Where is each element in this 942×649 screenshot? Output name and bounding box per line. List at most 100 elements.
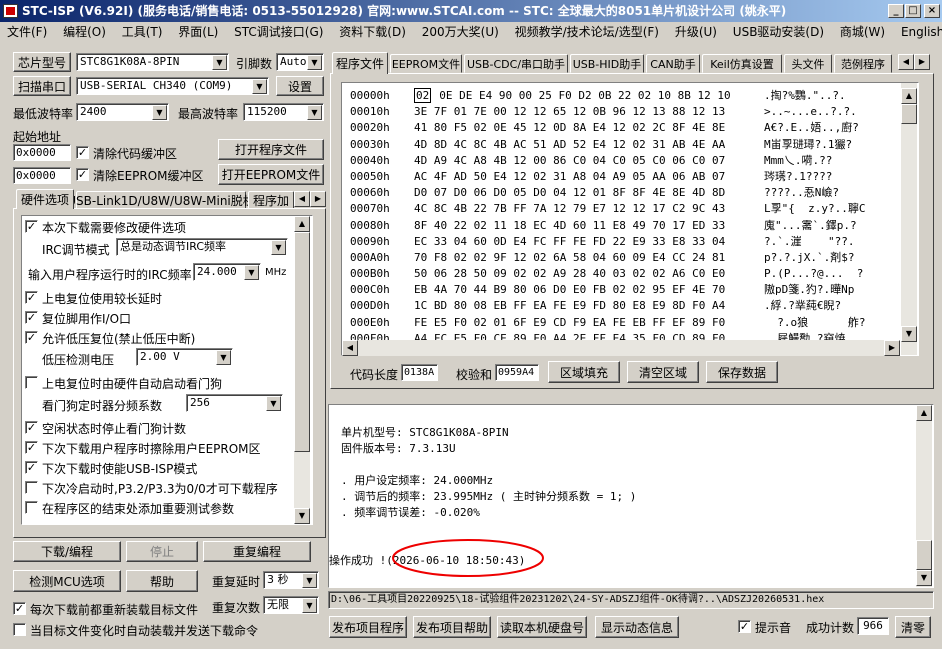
- usb-isp-checkbox[interactable]: ✓: [25, 461, 38, 474]
- hex-viewer[interactable]: 00000h 02 0E DE E4 90 00 25 F0 D2 0B 22 02…: [341, 82, 919, 356]
- menu-interface[interactable]: 界面(L): [178, 25, 218, 39]
- max-baud-select[interactable]: 115200 ▼: [243, 103, 324, 121]
- scroll-down-button[interactable]: ▼: [294, 508, 310, 524]
- end-param-checkbox[interactable]: [25, 501, 38, 514]
- chevron-down-icon[interactable]: ▼: [271, 240, 286, 255]
- maximize-button[interactable]: □: [905, 4, 921, 18]
- long-delay-checkbox[interactable]: ✓: [25, 291, 38, 304]
- menu-program[interactable]: 编程(O): [63, 25, 106, 39]
- reload-each-checkbox[interactable]: ✓: [13, 602, 26, 615]
- log-scroll-down-button[interactable]: ▼: [916, 570, 932, 586]
- scan-port-button[interactable]: 扫描串口: [13, 76, 71, 96]
- tab-program-file[interactable]: 程序文件: [332, 52, 388, 74]
- tab-keil-sim[interactable]: Keil仿真设置: [702, 54, 782, 73]
- tab-usb-link[interactable]: USB-Link1D/U8W/U8W-Mini脱机: [67, 191, 255, 209]
- tab-usb-hid[interactable]: USB-HID助手: [570, 54, 644, 73]
- repeat-delay-select[interactable]: 3 秒 ▼: [263, 571, 319, 589]
- help-button[interactable]: 帮助: [126, 570, 198, 592]
- publish-help-button[interactable]: 发布项目帮助: [413, 616, 491, 638]
- chevron-down-icon[interactable]: ▼: [212, 55, 227, 70]
- menu-usb-driver[interactable]: USB驱动安装(D): [733, 25, 824, 39]
- area-fill-button[interactable]: 区域填充: [548, 361, 620, 383]
- menu-shop[interactable]: 商城(W): [840, 25, 885, 39]
- menu-debug[interactable]: STC调试接口(G): [234, 25, 323, 39]
- wdt-div-select[interactable]: 256 ▼: [186, 394, 283, 412]
- clear-area-button[interactable]: 清空区域: [627, 361, 699, 383]
- hex-cursor-byte[interactable]: 02: [414, 88, 432, 103]
- hex-scroll-left-button[interactable]: ◀: [342, 340, 358, 356]
- read-disk-serial-button[interactable]: 读取本机硬盘号: [497, 616, 587, 638]
- repeat-count-select[interactable]: 无限 ▼: [263, 596, 319, 614]
- chip-model-button[interactable]: 芯片型号: [13, 52, 71, 72]
- chevron-down-icon[interactable]: ▼: [216, 350, 231, 365]
- tab-hardware-options[interactable]: 硬件选项: [16, 189, 74, 209]
- hex-hscrollbar[interactable]: [342, 340, 900, 356]
- code-address-input[interactable]: 0x0000: [13, 144, 71, 161]
- hw-wdt-checkbox[interactable]: [25, 376, 38, 389]
- tab-eeprom-file[interactable]: EEPROM文件: [390, 54, 462, 73]
- menu-tools[interactable]: 工具(T): [122, 25, 163, 39]
- hex-scroll-up-button[interactable]: ▲: [901, 88, 917, 104]
- save-data-button[interactable]: 保存数据: [706, 361, 778, 383]
- stop-button[interactable]: 停止: [126, 541, 198, 562]
- tab-scroll-left-button[interactable]: ◀: [898, 54, 914, 70]
- cold-start-checkbox[interactable]: [25, 481, 38, 494]
- port-select[interactable]: USB-SERIAL CH340 (COM9) ▼: [76, 77, 269, 95]
- tab-can[interactable]: CAN助手: [646, 54, 700, 73]
- tab-scroll-left-button[interactable]: ◀: [294, 191, 310, 207]
- tab-examples[interactable]: 范例程序: [834, 54, 892, 73]
- scroll-up-button[interactable]: ▲: [294, 216, 310, 232]
- reset-io-checkbox[interactable]: ✓: [25, 311, 38, 324]
- min-baud-select[interactable]: 2400 ▼: [76, 103, 169, 121]
- hex-scroll-right-button[interactable]: ▶: [884, 340, 900, 356]
- idle-wdt-checkbox[interactable]: ✓: [25, 421, 38, 434]
- open-eeprom-file-button[interactable]: 打开EEPROM文件: [218, 164, 324, 185]
- options-scroll-thumb[interactable]: [294, 232, 310, 452]
- open-program-file-button[interactable]: 打开程序文件: [218, 139, 324, 160]
- chevron-down-icon[interactable]: ▼: [307, 105, 322, 120]
- download-program-button[interactable]: 下载/编程: [13, 541, 121, 562]
- pins-select[interactable]: Auto ▼: [276, 53, 324, 71]
- chip-model-select[interactable]: STC8G1K08A-8PIN ▼: [76, 53, 229, 71]
- chevron-down-icon[interactable]: ▼: [302, 598, 317, 613]
- minimize-button[interactable]: _: [888, 4, 904, 18]
- port-settings-button[interactable]: 设置: [276, 76, 324, 96]
- hex-scroll-thumb[interactable]: [901, 104, 917, 124]
- chevron-down-icon[interactable]: ▼: [302, 573, 317, 588]
- chevron-down-icon[interactable]: ▼: [252, 79, 267, 94]
- close-button[interactable]: ×: [924, 4, 940, 18]
- log-scroll-up-button[interactable]: ▲: [916, 405, 932, 421]
- irc-freq-select[interactable]: 24.000 ▼: [193, 263, 261, 281]
- hex-scroll-down-button[interactable]: ▼: [901, 326, 917, 342]
- show-dynamic-info-button[interactable]: 显示动态信息: [595, 616, 679, 638]
- irc-mode-select[interactable]: 总是动态调节IRC频率 ▼: [116, 238, 288, 256]
- clear-code-checkbox[interactable]: ✓: [76, 146, 89, 159]
- clear-eeprom-checkbox[interactable]: ✓: [76, 168, 89, 181]
- chevron-down-icon[interactable]: ▼: [152, 105, 167, 120]
- clear-count-button[interactable]: 清零: [895, 616, 931, 638]
- menu-video[interactable]: 视频教学/技术论坛/选型(F): [515, 25, 659, 39]
- tab-header-file[interactable]: 头文件: [784, 54, 832, 73]
- tab-usb-cdc[interactable]: USB-CDC/串口助手: [464, 54, 568, 73]
- low-volt-reset-checkbox[interactable]: ✓: [25, 331, 38, 344]
- tab-scroll-right-button[interactable]: ▶: [914, 54, 930, 70]
- menu-downloads[interactable]: 资料下载(D): [339, 25, 406, 39]
- repeat-program-button[interactable]: 重复编程: [203, 541, 311, 562]
- check-mcu-button[interactable]: 检测MCU选项: [13, 570, 121, 592]
- chevron-down-icon[interactable]: ▼: [244, 265, 259, 280]
- menu-file[interactable]: 文件(F): [7, 25, 47, 39]
- modify-options-checkbox[interactable]: ✓: [25, 220, 38, 233]
- erase-eeprom-checkbox[interactable]: ✓: [25, 441, 38, 454]
- menu-upgrade[interactable]: 升级(U): [675, 25, 717, 39]
- log-scroll-thumb[interactable]: [916, 540, 932, 570]
- menu-english[interactable]: English: [901, 25, 942, 39]
- tab-program-encrypt[interactable]: 程序加: [248, 191, 294, 209]
- publish-program-button[interactable]: 发布项目程序: [329, 616, 407, 638]
- auto-load-checkbox[interactable]: [13, 623, 26, 636]
- chevron-down-icon[interactable]: ▼: [266, 396, 281, 411]
- chevron-down-icon[interactable]: ▼: [307, 55, 322, 70]
- low-volt-select[interactable]: 2.00 V ▼: [136, 348, 233, 366]
- beep-checkbox[interactable]: ✓: [738, 620, 751, 633]
- eeprom-address-input[interactable]: 0x0000: [13, 167, 71, 184]
- menu-prize[interactable]: 200万大奖(U): [422, 25, 499, 39]
